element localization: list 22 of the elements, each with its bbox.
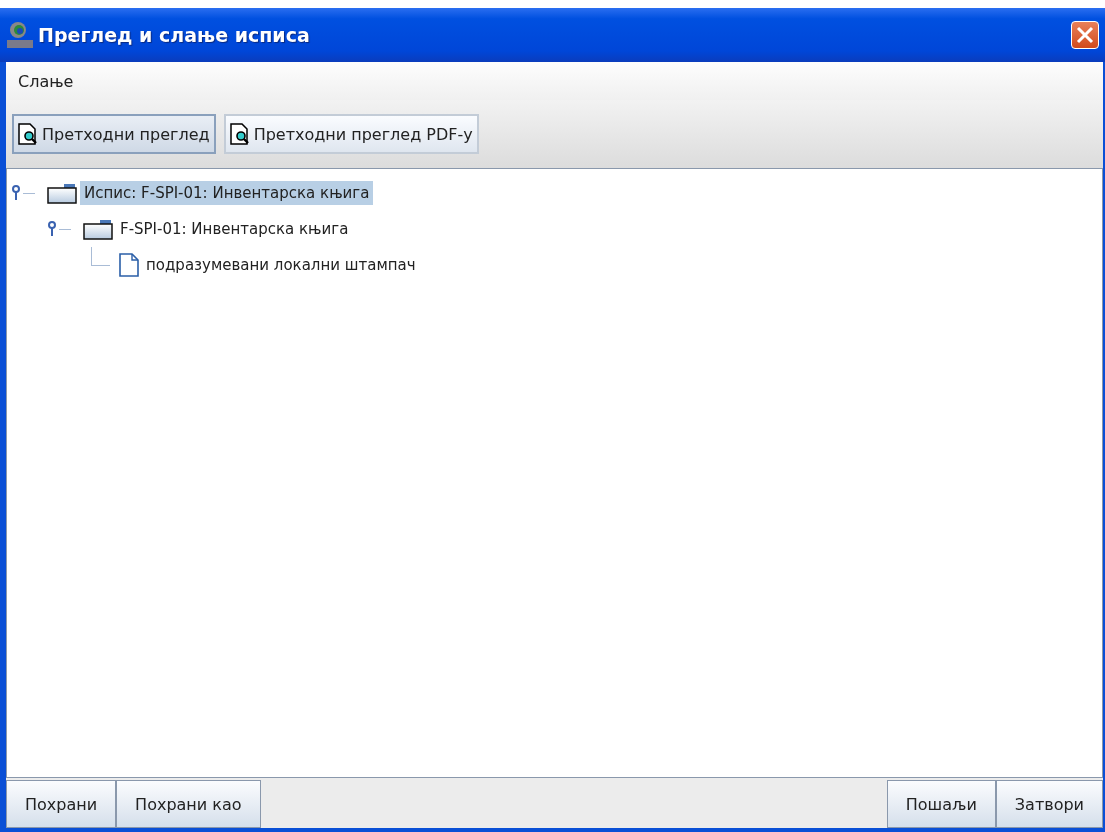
close-button[interactable] (1071, 21, 1099, 49)
tree-item[interactable]: Испис: F-SPI-01: Инвентарска књига (80, 181, 374, 205)
folder-icon (83, 218, 113, 240)
preview-icon (18, 123, 38, 145)
dialog-button[interactable]: Пошаљи (886, 780, 996, 828)
app-logo-icon (6, 21, 34, 49)
menu-item[interactable]: Слање (16, 69, 76, 93)
tree-item[interactable]: F-SPI-01: Инвентарска књига (116, 217, 353, 241)
dialog-button[interactable]: Похрани (6, 780, 117, 828)
window-title: Преглед и слање исписа (38, 24, 311, 46)
dialog-button[interactable]: Затвори (995, 780, 1103, 828)
preview-button[interactable]: Претходни преглед PDF-у (223, 114, 479, 154)
tree-line (91, 247, 110, 266)
preview-button[interactable]: Претходни преглед (12, 114, 216, 154)
file-icon (119, 253, 139, 277)
folder-icon (47, 182, 77, 204)
preview-icon (229, 123, 250, 145)
expand-handle-icon[interactable] (47, 221, 59, 237)
close-icon (1076, 26, 1094, 44)
expand-handle-icon[interactable] (11, 185, 23, 201)
tree-item[interactable]: подразумевани локални штампач (142, 253, 420, 277)
dialog-button[interactable]: Похрани као (116, 780, 261, 828)
